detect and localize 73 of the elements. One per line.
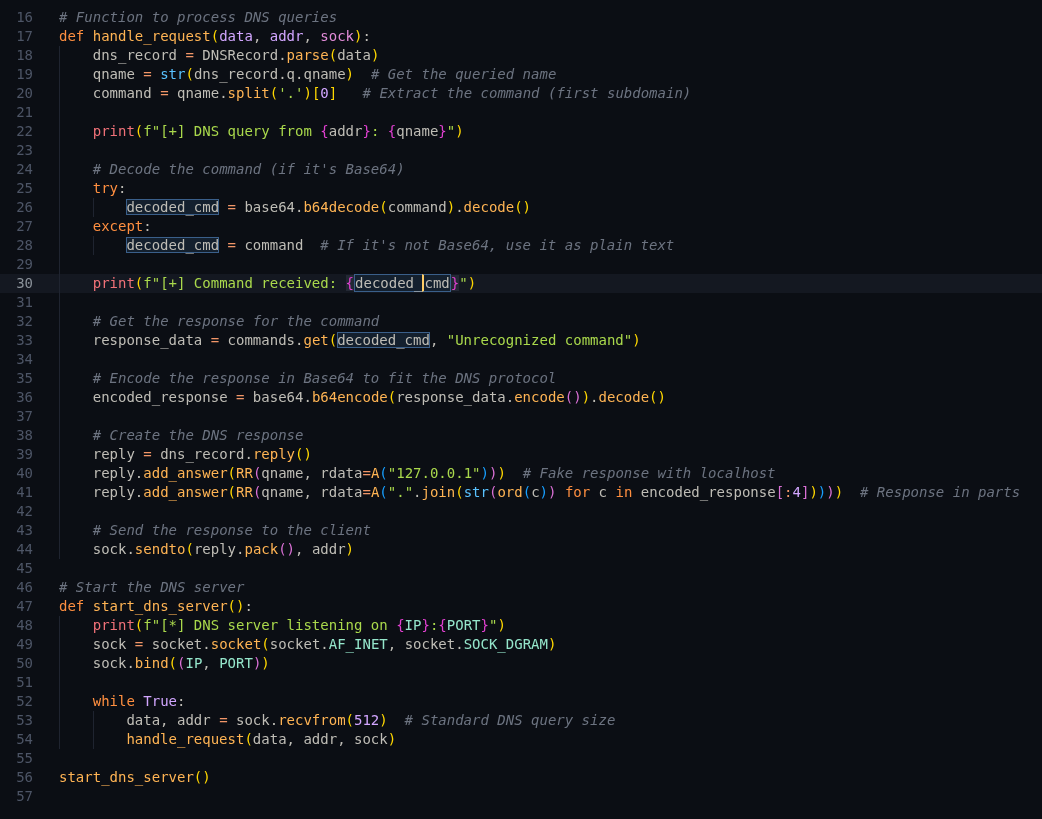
code-line: reply.add_answer(RR(qname, rdata=A(".".join(str(ord(c)) for c in encoded_response[:4])))) # Response in parts	[92, 483, 1021, 502]
code-line: command = qname.split('.')[0] # Extract the command (first subdomain)	[92, 84, 692, 103]
line-number: 52	[15, 692, 33, 711]
line-number: 55	[15, 749, 33, 768]
line-number: 54	[15, 730, 33, 749]
code-line: sock.sendto(reply.pack(), addr)	[92, 540, 355, 559]
code-line: start_dns_server()	[59, 768, 211, 787]
line-number: 49	[15, 635, 33, 654]
line-number: 43	[15, 521, 33, 540]
line-number: 35	[15, 369, 33, 388]
code-line: try:	[92, 179, 127, 198]
line-number: 34	[15, 350, 33, 369]
line-number: 50	[15, 654, 33, 673]
code-line: # Encode the response in Base64 to fit the DNS protocol	[92, 369, 557, 388]
code-line: data, addr = sock.recvfrom(512) # Standard DNS query size	[126, 711, 616, 730]
line-number: 51	[15, 673, 33, 692]
line-number: 47	[15, 597, 33, 616]
line-number: 20	[15, 84, 33, 103]
line-number: 45	[15, 559, 33, 578]
code-line: response_data = commands.get(decoded_cmd, "Unrecognized command")	[92, 331, 641, 350]
line-number: 32	[15, 312, 33, 331]
code-line: handle_request(data, addr, sock)	[126, 730, 397, 749]
line-number: 16	[15, 8, 33, 27]
line-number: 37	[15, 407, 33, 426]
code-line: dns_record = DNSRecord.parse(data)	[92, 46, 380, 65]
code-line: reply.add_answer(RR(qname, rdata=A("127.0.0.1"))) # Fake response with localhost	[92, 464, 776, 483]
line-number: 31	[15, 293, 33, 312]
line-number: 17	[15, 27, 33, 46]
code-line: sock.bind((IP, PORT))	[92, 654, 270, 673]
line-number: 29	[15, 255, 33, 274]
code-line: except:	[92, 217, 152, 236]
line-number: 40	[15, 464, 33, 483]
line-number: 25	[15, 179, 33, 198]
line-number: 21	[15, 103, 33, 122]
line-number: 44	[15, 540, 33, 559]
code-line: print(f"[*] DNS server listening on {IP}:{PORT}")	[92, 616, 506, 635]
line-number: 23	[15, 141, 33, 160]
line-number: 38	[15, 426, 33, 445]
line-number: 39	[15, 445, 33, 464]
code-line: reply = dns_record.reply()	[92, 445, 312, 464]
line-number: 22	[15, 122, 33, 141]
code-line: print(f"[+] DNS query from {addr}: {qname}")	[92, 122, 464, 141]
line-number: 28	[15, 236, 33, 255]
code-line: # Start the DNS server	[59, 578, 245, 597]
code-line: sock = socket.socket(socket.AF_INET, socket.SOCK_DGRAM)	[92, 635, 557, 654]
code-line: encoded_response = base64.b64encode(response_data.encode()).decode()	[92, 388, 666, 407]
code-line: while True:	[92, 692, 186, 711]
line-number: 27	[15, 217, 33, 236]
code-line: # Get the response for the command	[92, 312, 380, 331]
code-line: # Send the response to the client	[92, 521, 371, 540]
code-line: # Decode the command (if it's Base64)	[92, 160, 405, 179]
code-line: def start_dns_server():	[59, 597, 253, 616]
line-number: 18	[15, 46, 33, 65]
code-line: decoded_cmd = base64.b64decode(command).decode()	[126, 198, 532, 217]
line-number: 33	[15, 331, 33, 350]
code-line: decoded_cmd = command # If it's not Base64, use it as plain text	[126, 236, 675, 255]
code-line: def handle_request(data, addr, sock):	[59, 27, 371, 46]
line-number: 24	[15, 160, 33, 179]
line-number: 57	[15, 787, 33, 806]
code-line: # Function to process DNS queries	[59, 8, 338, 27]
line-number: 36	[15, 388, 33, 407]
line-number: 42	[15, 502, 33, 521]
line-number: 41	[15, 483, 33, 502]
line-number: 48	[15, 616, 33, 635]
line-number: 19	[15, 65, 33, 84]
line-number: 30	[15, 274, 33, 293]
code-line: qname = str(dns_record.q.qname) # Get the queried name	[92, 65, 557, 84]
line-number: 53	[15, 711, 33, 730]
line-number: 26	[15, 198, 33, 217]
line-number: 56	[15, 768, 33, 787]
code-line: print(f"[+] Command received: {decoded_cmd}")	[92, 274, 477, 293]
line-number: 46	[15, 578, 33, 597]
code-line: # Create the DNS response	[92, 426, 304, 445]
